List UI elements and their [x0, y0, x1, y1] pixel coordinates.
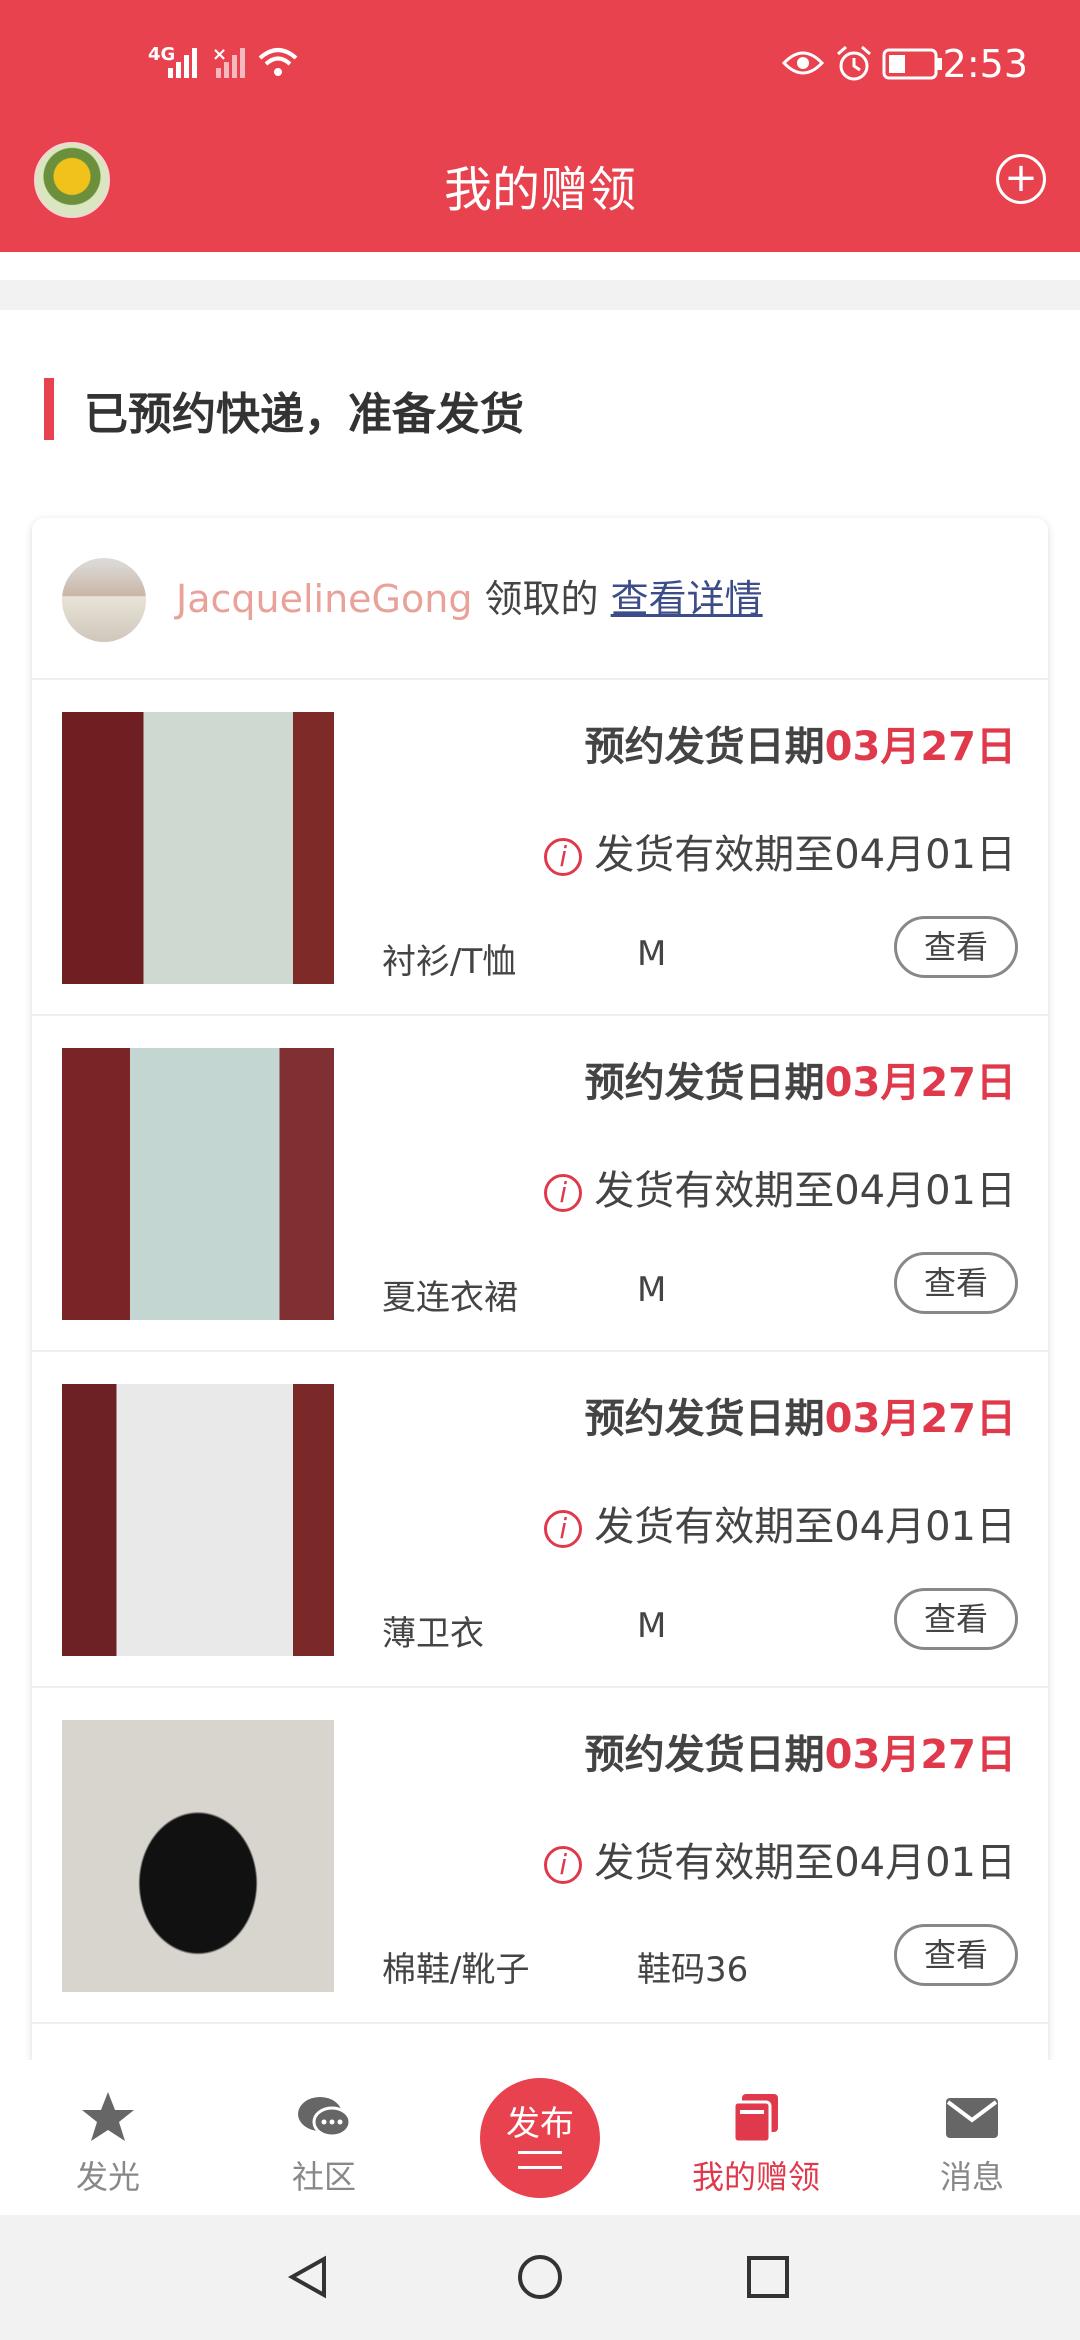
- view-button[interactable]: 查看: [894, 1588, 1018, 1650]
- nav-messages-label: 消息: [939, 2158, 1004, 2196]
- item-photo-sweatshirt[interactable]: [62, 1384, 334, 1656]
- signal-icon: [168, 48, 197, 78]
- app-header: 4G × 2:53 我的赠领 +: [0, 0, 1080, 252]
- chat-bubble-icon: [298, 2097, 352, 2138]
- home-icon[interactable]: [516, 2253, 564, 2301]
- ship-date-label: 预约发货日期: [584, 1396, 825, 1442]
- item-photo-dress[interactable]: [62, 1048, 334, 1320]
- valid-until-text: 发货有效期至04月01日: [594, 1168, 1016, 1214]
- signal-empty-icon: [216, 48, 245, 78]
- gift-item: 预约发货日期03月27日 i 发货有效期至04月01日 棉鞋/靴子 鞋码36 查看: [32, 1688, 1048, 2024]
- recipient-line: JacquelineGong 领取的 查看详情: [176, 568, 763, 623]
- item-category: 夏连衣裙: [382, 1278, 518, 1318]
- item-category: 衬衫/T恤: [382, 942, 517, 982]
- valid-until-line: i 发货有效期至04月01日: [544, 822, 1016, 880]
- info-icon[interactable]: i: [544, 838, 583, 876]
- item-category: 薄卫衣: [382, 1614, 484, 1654]
- item-photo-shirt[interactable]: [62, 712, 334, 984]
- gift-card: JacquelineGong 领取的 查看详情 预约发货日期03月27日 i 发货…: [32, 518, 1048, 2078]
- clock-time: 2:53: [942, 42, 1028, 86]
- recipient-avatar[interactable]: [62, 558, 146, 642]
- item-size: 鞋码36: [637, 1950, 749, 1990]
- battery-icon: [882, 48, 942, 80]
- item-photo-boots[interactable]: [62, 1720, 334, 1992]
- item-size: M: [637, 1270, 667, 1310]
- publish-label: 发布: [506, 2104, 574, 2144]
- add-button[interactable]: +: [996, 154, 1046, 204]
- valid-until-line: i 发货有效期至04月01日: [544, 1830, 1016, 1888]
- recents-icon[interactable]: [744, 2253, 792, 2301]
- recipient-name[interactable]: JacquelineGong: [176, 577, 472, 621]
- eye-icon: [782, 51, 824, 75]
- recipient-action: 领取的: [472, 577, 611, 621]
- item-category: 棉鞋/靴子: [382, 1950, 530, 1990]
- recipient-row: JacquelineGong 领取的 查看详情: [32, 518, 1048, 680]
- nav-my-gifts[interactable]: 我的赠领: [656, 2060, 856, 2198]
- gift-box-icon: [732, 2094, 778, 2144]
- ship-date-value: 03月27日: [824, 724, 1016, 770]
- valid-until-text: 发货有效期至04月01日: [594, 1504, 1016, 1550]
- valid-until-text: 发货有效期至04月01日: [594, 832, 1016, 878]
- info-icon[interactable]: i: [544, 1846, 583, 1884]
- status-bar: 4G × 2:53: [0, 0, 1080, 130]
- ship-date-value: 03月27日: [824, 1060, 1016, 1106]
- system-nav-bar: [0, 2215, 1080, 2340]
- ship-date-label: 预约发货日期: [584, 1732, 825, 1778]
- ship-date-line: 预约发货日期03月27日: [585, 1386, 1016, 1444]
- mail-icon: [946, 2098, 998, 2138]
- section-accent-bar: [44, 378, 54, 440]
- ship-date-line: 预约发货日期03月27日: [585, 714, 1016, 772]
- header-divider: [0, 252, 1080, 280]
- ship-date-value: 03月27日: [824, 1732, 1016, 1778]
- alarm-icon: [837, 45, 871, 81]
- info-icon[interactable]: i: [544, 1174, 583, 1212]
- ship-date-label: 预约发货日期: [584, 1060, 825, 1106]
- valid-until-text: 发货有效期至04月01日: [594, 1840, 1016, 1886]
- valid-until-line: i 发货有效期至04月01日: [544, 1494, 1016, 1552]
- valid-until-line: i 发货有效期至04月01日: [544, 1158, 1016, 1216]
- wifi-icon: [258, 48, 298, 76]
- star-icon: [82, 2092, 134, 2141]
- page-title: 我的赠领: [443, 162, 636, 218]
- nav-shine-label: 发光: [75, 2158, 140, 2196]
- item-size: M: [637, 1606, 667, 1646]
- item-size: M: [637, 934, 667, 974]
- ship-date-value: 03月27日: [824, 1396, 1016, 1442]
- view-button[interactable]: 查看: [894, 1924, 1018, 1986]
- view-details-link[interactable]: 查看详情: [611, 577, 763, 621]
- ship-date-line: 预约发货日期03月27日: [585, 1722, 1016, 1780]
- info-icon[interactable]: i: [544, 1510, 583, 1548]
- publish-lines-icon: [518, 2151, 562, 2169]
- nav-messages[interactable]: 消息: [872, 2060, 1072, 2198]
- gift-item: 预约发货日期03月27日 i 发货有效期至04月01日 夏连衣裙 M 查看: [32, 1016, 1048, 1352]
- nav-community-label: 社区: [291, 2158, 356, 2196]
- section-title: 已预约快递，准备发货: [84, 389, 524, 440]
- gift-item: 预约发货日期03月27日 i 发货有效期至04月01日 薄卫衣 M 查看: [32, 1352, 1048, 1688]
- view-button[interactable]: 查看: [894, 1252, 1018, 1314]
- nav-community[interactable]: 社区: [224, 2060, 424, 2198]
- publish-button[interactable]: 发布: [480, 2078, 600, 2198]
- gift-item: 预约发货日期03月27日 i 发货有效期至04月01日 衬衫/T恤 M 查看: [32, 680, 1048, 1016]
- bottom-nav: 发光 社区 发布 我的赠领 消息: [0, 2060, 1080, 2215]
- ship-date-line: 预约发货日期03月27日: [585, 1050, 1016, 1108]
- back-icon[interactable]: [284, 2253, 332, 2301]
- nav-my-gifts-label: 我的赠领: [691, 2158, 820, 2196]
- ship-date-label: 预约发货日期: [584, 724, 825, 770]
- view-button[interactable]: 查看: [894, 916, 1018, 978]
- nav-shine[interactable]: 发光: [8, 2060, 208, 2198]
